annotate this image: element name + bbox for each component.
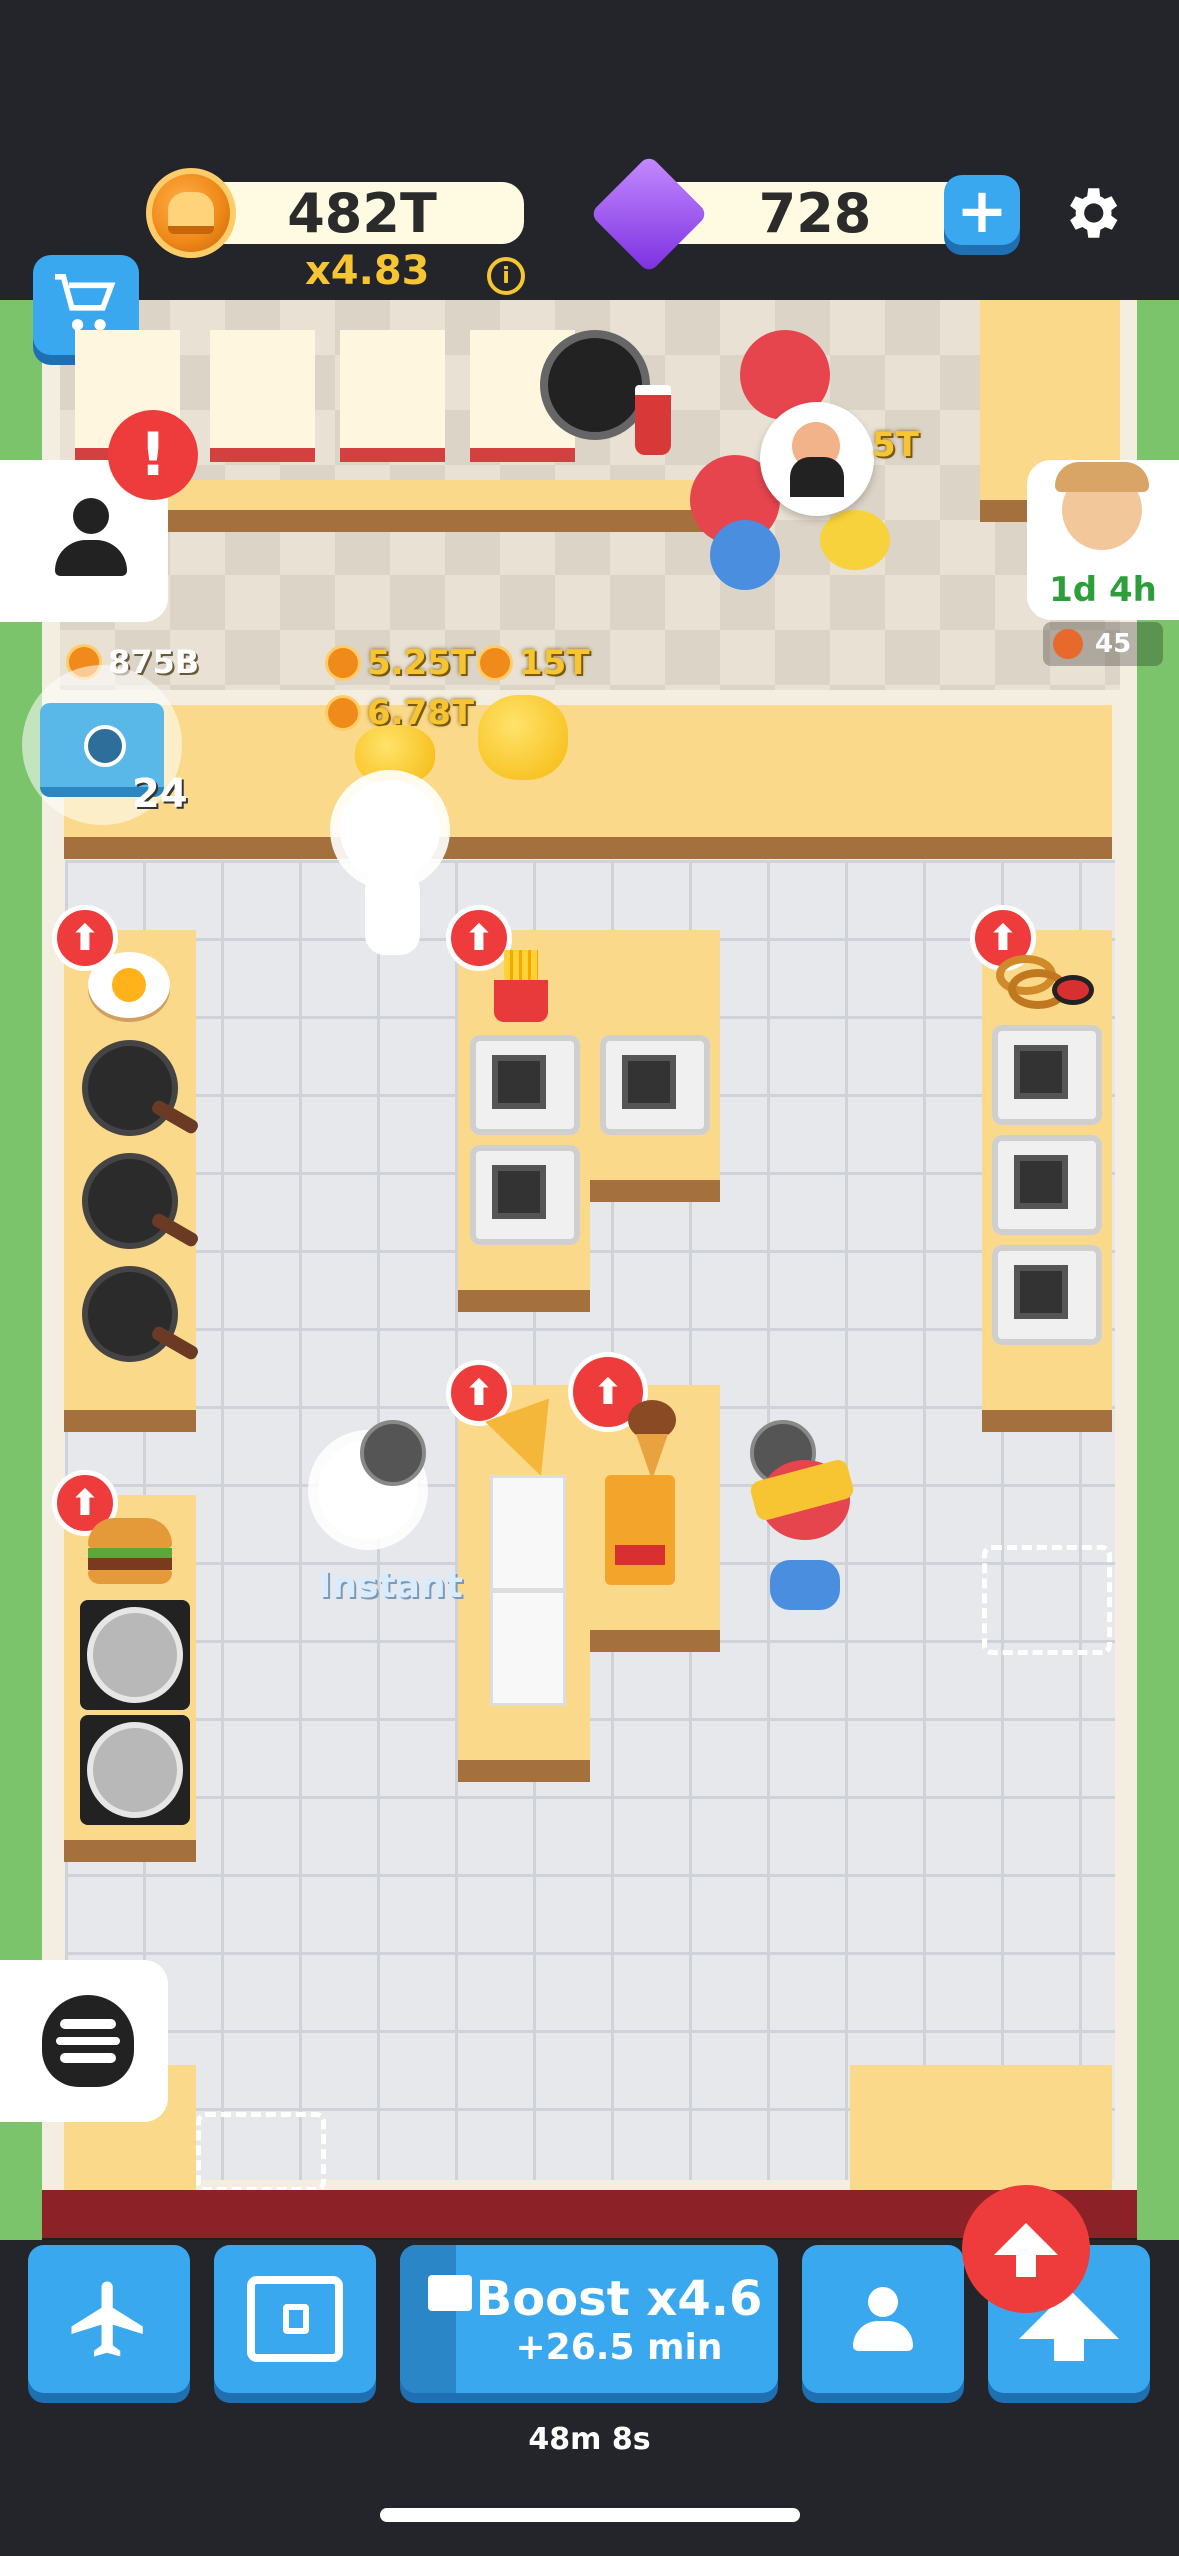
empty-slot[interactable] [196,2112,326,2192]
fried-egg-icon [88,952,170,1018]
boost-button[interactable]: Boost x4.6 +26.5 min [400,2245,778,2393]
video-ad-icon [428,2275,472,2311]
travel-button[interactable] [28,2245,190,2393]
customer [820,510,890,570]
add-gems-button[interactable]: + [944,174,1020,247]
bottom-counter-right [850,2065,1112,2190]
alert-badge[interactable]: ! [108,410,198,500]
safe-level: 24 [132,771,188,817]
info-icon[interactable]: i [487,257,525,295]
empty-slot[interactable] [982,1545,1112,1655]
pickup-counter [64,705,1112,837]
vault-icon [247,2276,343,2362]
stove-pot [80,1600,190,1710]
frying-pan [82,1040,178,1136]
shopping-cart-icon [55,274,116,331]
deep-fryer [992,1245,1102,1345]
event-points: 45 [1043,622,1163,666]
deep-fryer [600,1035,710,1135]
orb-icon [1053,629,1083,659]
income-multiplier: x4.83 [305,248,430,294]
boost-label: Boost x4.6 [475,2270,763,2327]
frying-pan [82,1266,178,1362]
airplane-icon [71,2281,143,2357]
soda-cup-icon [635,385,671,455]
boost-duration: +26.5 min [515,2326,723,2368]
burger-icon [88,1518,172,1584]
boost-timer: 48m 8s [528,2422,651,2457]
earning-label: 5.25T [325,643,474,683]
coin-balance: 482T [200,181,524,245]
menu-panel[interactable] [0,1960,168,2122]
gear-icon[interactable] [1058,180,1124,246]
deep-fryer [992,1025,1102,1125]
safe-button[interactable]: 24 [22,665,188,825]
customer-body [710,520,780,590]
coin-icon [477,645,513,681]
stove-pot [80,1715,190,1825]
coin-icon [325,695,361,731]
event-timer: 1d 4h [1049,570,1157,610]
chef-body [365,870,420,955]
customer-order-bubble [760,402,874,516]
person-icon [853,2287,913,2351]
burger-menu-icon [42,1995,134,2087]
event-panel[interactable]: 1d 4h [1027,460,1179,620]
deep-fryer [470,1145,580,1245]
frying-pan [82,1153,178,1249]
earning-label: 15T [477,643,590,683]
coin-icon [146,168,236,258]
coin-icon [325,645,361,681]
fries-icon [494,950,548,1022]
onion-rings-icon [996,955,1096,1015]
ice-cream-icon [624,1400,680,1480]
coin-amount: 482T [287,181,437,245]
person-icon [55,498,127,578]
home-indicator[interactable] [380,2508,800,2522]
coin-pile[interactable] [355,725,435,785]
staff-button[interactable] [802,2245,964,2393]
ice-cream-machine [605,1475,675,1585]
pizza-oven [490,1590,566,1706]
coin-pile[interactable] [478,695,568,780]
gem-amount: 728 [758,181,872,245]
top-bar [0,0,1179,305]
customer-tip: 5T [872,425,919,465]
upgrade-alert-badge[interactable] [962,2185,1090,2313]
chef [340,780,440,880]
player-chef[interactable] [770,1560,840,1610]
pizza-oven [490,1475,566,1591]
progress-timer [360,1420,426,1486]
vault-button[interactable] [214,2245,376,2393]
chef-status-label: Instant [318,1565,463,1606]
deep-fryer [992,1135,1102,1235]
deep-fryer [470,1035,580,1135]
